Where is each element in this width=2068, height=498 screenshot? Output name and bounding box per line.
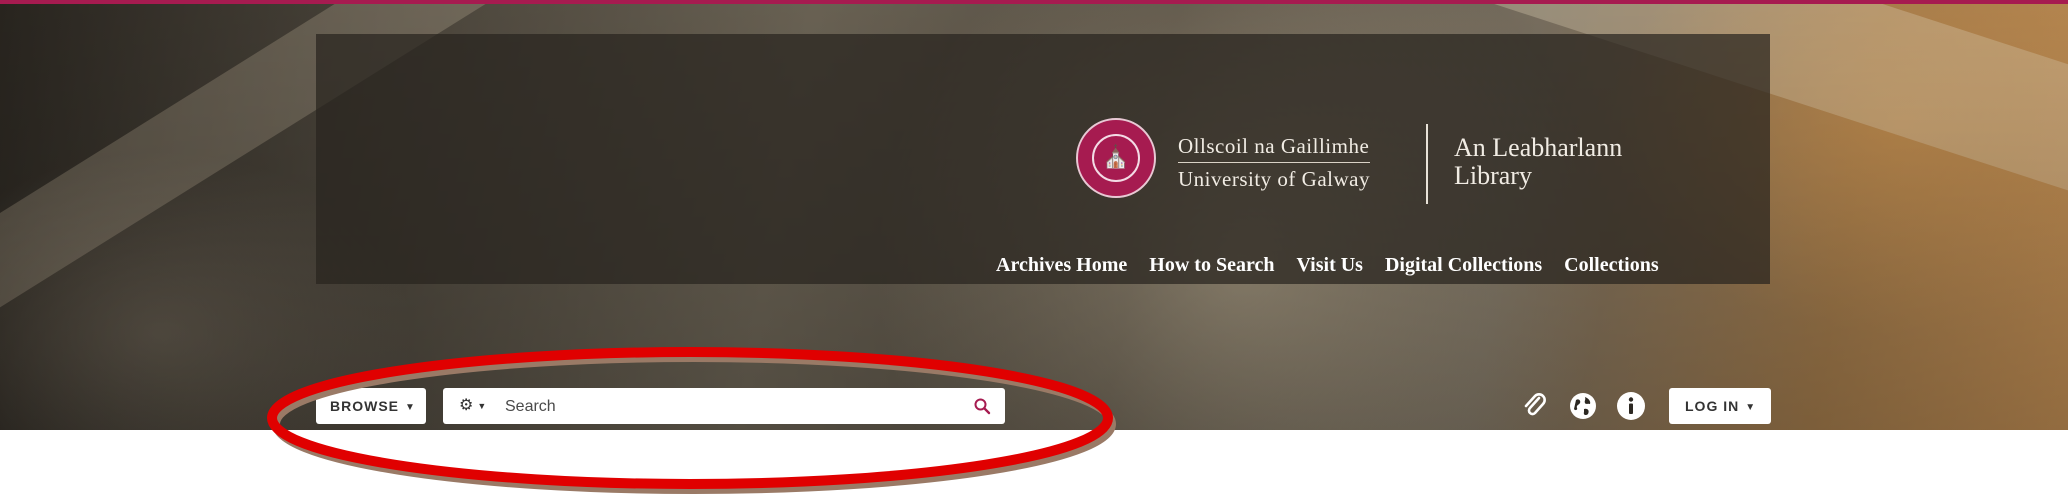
info-icon[interactable] — [1616, 391, 1646, 421]
search-icon[interactable] — [973, 397, 991, 415]
browse-button[interactable]: BROWSE ▼ — [316, 388, 426, 424]
paperclip-icon[interactable] — [1520, 391, 1550, 421]
nav-link-how-to-search[interactable]: How to Search — [1149, 254, 1274, 277]
library-name-irish: An Leabharlann — [1454, 133, 1623, 162]
hero-banner: ⛪ Ollscoil na Gaillimhe University of Ga… — [0, 4, 2068, 430]
chevron-down-icon: ▼ — [477, 401, 487, 411]
university-name-english: University of Galway — [1178, 167, 1370, 191]
search-bar: ⚙ ▼ — [443, 388, 1005, 424]
logo-divider — [1426, 124, 1428, 204]
chevron-down-icon: ▼ — [1745, 402, 1757, 413]
seal-glyph: ⛪ — [1102, 145, 1130, 170]
globe-icon[interactable] — [1568, 391, 1598, 421]
browse-label: BROWSE — [330, 398, 399, 414]
search-input[interactable] — [503, 392, 947, 422]
login-label: LOG IN — [1685, 398, 1740, 414]
seal-emblem: ⛪ — [1092, 134, 1140, 182]
nav-link-visit-us[interactable]: Visit Us — [1296, 254, 1362, 277]
library-name-english: Library — [1454, 161, 1532, 190]
nav-link-collections[interactable]: Collections — [1564, 254, 1658, 277]
university-name: Ollscoil na Gaillimhe University of Galw… — [1178, 134, 1370, 192]
search-options-button[interactable]: ⚙ ▼ — [459, 388, 486, 424]
site-header-panel: ⛪ Ollscoil na Gaillimhe University of Ga… — [316, 34, 1770, 284]
gear-icon: ⚙ — [459, 397, 474, 414]
nav-link-digital-collections[interactable]: Digital Collections — [1385, 254, 1542, 277]
login-button[interactable]: LOG IN ▼ — [1669, 388, 1771, 424]
university-name-irish: Ollscoil na Gaillimhe — [1178, 134, 1370, 163]
chevron-down-icon: ▼ — [405, 402, 416, 413]
nav-link-archives-home[interactable]: Archives Home — [996, 254, 1127, 277]
university-seal-icon: ⛪ — [1076, 118, 1156, 198]
main-nav: Archives Home How to Search Visit Us Digita… — [996, 254, 1681, 277]
library-name: An Leabharlann Library — [1454, 134, 1622, 190]
